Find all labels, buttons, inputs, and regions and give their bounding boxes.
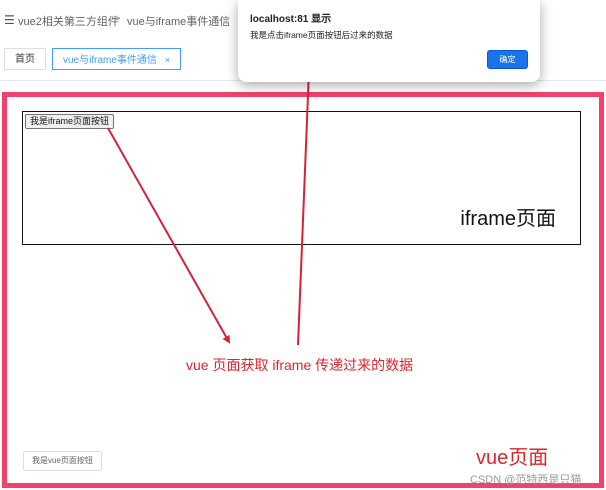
iframe-page-button[interactable]: 我是iframe页面按钮 (25, 114, 115, 129)
tab-vue-iframe-label: vue与iframe事件通信 (63, 55, 157, 66)
alert-dialog: localhost:81 显示 我是点击iframe页面按钮后过来的数据 确定 (238, 0, 540, 82)
tab-vue-iframe[interactable]: vue与iframe事件通信 × (52, 48, 182, 70)
annotation-caption: vue 页面获取 iframe 传递过来的数据 (186, 357, 414, 373)
breadcrumb-item-parent[interactable]: vue2相关第三方组件 (18, 13, 119, 29)
tab-home-label: 首页 (15, 54, 35, 65)
alert-title: localhost:81 显示 (250, 14, 332, 25)
iframe-container: 我是iframe页面按钮 iframe页面 (22, 111, 581, 245)
close-icon[interactable]: × (165, 55, 170, 65)
breadcrumb-separator: > (114, 13, 121, 25)
breadcrumb-item-current: vue与iframe事件通信 (127, 16, 231, 28)
vue-page-label: vue页面 (476, 447, 549, 469)
alert-ok-button[interactable]: 确定 (487, 50, 528, 69)
alert-message: 我是点击iframe页面按钮后过来的数据 (250, 30, 393, 40)
iframe-page-label: iframe页面 (460, 208, 556, 230)
vue-page-button[interactable]: 我是vue页面按钮 (23, 451, 102, 471)
watermark: CSDN @范特西是只猫 (470, 474, 582, 486)
hamburger-icon[interactable]: ☰ (4, 14, 15, 26)
tab-home[interactable]: 首页 (4, 48, 46, 70)
